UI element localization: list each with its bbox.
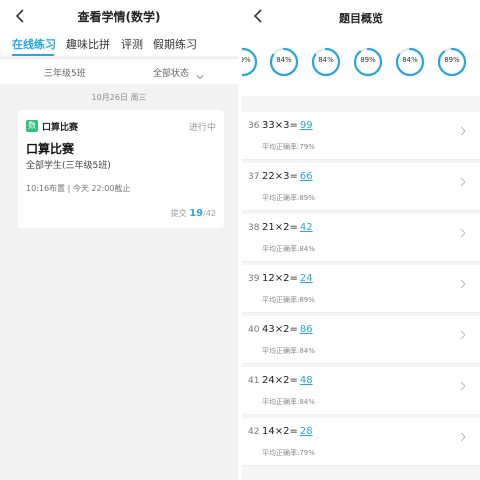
status-badge: 进行中 xyxy=(188,123,216,133)
expression-text: 43×2= xyxy=(262,324,298,335)
page-title: 题目概览 xyxy=(339,12,383,25)
ring-percent: 89% xyxy=(242,56,251,64)
ring-percent: 89% xyxy=(360,56,376,64)
question-number: 41 xyxy=(248,376,260,386)
chevron-right-icon[interactable] xyxy=(460,121,466,136)
question-row[interactable]: 37 22×3= 66 平均正确率:89% xyxy=(242,163,480,211)
tab-fun-competition[interactable]: 趣味比拼 xyxy=(66,36,110,52)
status-filter[interactable]: 全部状态 xyxy=(153,66,189,79)
accuracy-ring[interactable]: 89% xyxy=(436,46,468,78)
submitted-count: 19 xyxy=(189,208,204,219)
right-header: 题目概览 xyxy=(242,0,480,34)
question-expression: 14×2= 28 xyxy=(262,426,313,437)
average-accuracy: 平均正确率:84% xyxy=(262,347,315,355)
accuracy-ring[interactable]: 89% xyxy=(352,46,384,78)
question-row[interactable]: 36 33×3= 99 平均正确率:79% xyxy=(242,112,480,160)
accuracy-ring[interactable]: 84% xyxy=(268,46,300,78)
tab-online-practice[interactable]: 在线练习 xyxy=(12,36,56,52)
answer-value: 66 xyxy=(299,171,313,182)
expression-text: 33×3= xyxy=(262,120,298,131)
assignment-card[interactable]: 数 口算比赛 进行中 口算比赛 全部学生(三年级5班) 10:16布置 | 今天… xyxy=(18,110,224,228)
ring-percent: 84% xyxy=(318,56,334,64)
answer-value: 99 xyxy=(299,120,313,131)
chevron-right-icon[interactable] xyxy=(460,427,466,442)
chevron-right-icon[interactable] xyxy=(460,325,466,340)
average-accuracy: 平均正确率:79% xyxy=(262,143,315,151)
question-ring-strip[interactable]: 89%3084%3184%3289%3384%3489%35 xyxy=(242,34,480,125)
chevron-down-icon[interactable] xyxy=(196,66,204,80)
ring-percent: 84% xyxy=(276,56,292,64)
left-header: 查看学情(数学) xyxy=(0,0,238,34)
expression-text: 22×3= xyxy=(262,171,298,182)
expression-text: 14×2= xyxy=(262,426,298,437)
accuracy-ring[interactable]: 84% xyxy=(394,46,426,78)
answer-value: 28 xyxy=(299,426,313,437)
submission-count: 提交 19/42 xyxy=(171,208,216,219)
question-expression: 12×2= 24 xyxy=(262,273,313,284)
expression-text: 24×2= xyxy=(262,375,298,386)
average-accuracy: 平均正确率:79% xyxy=(262,449,315,457)
question-number: 42 xyxy=(248,427,260,437)
question-overview-panel: 题目概览 89%3084%3184%3289%3384%3489%35 3633… xyxy=(242,0,480,480)
tab-assessment[interactable]: 评测 xyxy=(121,36,143,52)
question-row[interactable]: 41 24×2= 48 平均正确率:84% xyxy=(242,367,480,415)
question-expression: 22×3= 66 xyxy=(262,171,313,182)
question-expression: 33×3= 99 xyxy=(262,120,313,131)
question-expression: 24×2= 48 xyxy=(262,375,313,386)
page-title: 查看学情(数学) xyxy=(77,10,161,24)
expression-text: 12×2= xyxy=(262,273,298,284)
question-expression: 21×2= 42 xyxy=(262,222,313,233)
question-row[interactable]: 42 14×2= 28 平均正确率:79% xyxy=(242,418,480,466)
ring-percent: 89% xyxy=(444,56,460,64)
question-row[interactable]: 40 43×2= 86 平均正确率:84% xyxy=(242,316,480,364)
assignment-time: 10:16布置 | 今天 22:00截止 xyxy=(26,184,131,193)
chevron-right-icon[interactable] xyxy=(460,376,466,391)
ring-percent: 84% xyxy=(402,56,418,64)
answer-value: 86 xyxy=(299,324,313,335)
chevron-right-icon[interactable] xyxy=(460,223,466,238)
question-number: 37 xyxy=(248,172,260,182)
question-number: 36 xyxy=(248,121,260,131)
question-number: 38 xyxy=(248,223,260,233)
average-accuracy: 平均正确率:89% xyxy=(262,194,315,202)
answer-value: 48 xyxy=(299,375,313,386)
question-number: 40 xyxy=(248,325,260,335)
tab-bar: 在线练习 趣味比拼 评测 假期练习 xyxy=(0,34,238,56)
question-row[interactable]: 38 21×2= 42 平均正确率:84% xyxy=(242,214,480,262)
assignment-title: 口算比赛 xyxy=(26,142,75,156)
active-tab-indicator xyxy=(12,54,54,56)
class-filter[interactable]: 三年级5班 xyxy=(44,66,86,79)
math-subject-icon: 数 xyxy=(26,120,38,132)
submit-label: 提交 xyxy=(170,209,187,218)
filter-bar: 三年级5班 全部状态 xyxy=(0,58,238,84)
total-count: /42 xyxy=(203,209,216,218)
average-accuracy: 平均正确率:84% xyxy=(262,245,315,253)
study-status-panel: 查看学情(数学) 在线练习 趣味比拼 评测 假期练习 三年级5班 全部状态 10… xyxy=(0,0,238,480)
chevron-right-icon[interactable] xyxy=(460,274,466,289)
date-header: 10月26日 周三 xyxy=(91,93,147,102)
accuracy-ring[interactable]: 89% xyxy=(242,46,259,78)
answer-value: 42 xyxy=(299,222,313,233)
assignment-type: 口算比赛 xyxy=(42,123,79,133)
question-row[interactable]: 39 12×2= 24 平均正确率:89% xyxy=(242,265,480,313)
question-expression: 43×2= 86 xyxy=(262,324,313,335)
answer-value: 24 xyxy=(299,273,313,284)
average-accuracy: 平均正确率:84% xyxy=(262,398,315,406)
accuracy-ring[interactable]: 84% xyxy=(310,46,342,78)
question-number: 39 xyxy=(248,274,260,284)
average-accuracy: 平均正确率:89% xyxy=(262,296,315,304)
chevron-right-icon[interactable] xyxy=(460,172,466,187)
assignment-audience: 全部学生(三年级5班) xyxy=(26,161,111,171)
expression-text: 21×2= xyxy=(262,222,298,233)
tab-holiday-practice[interactable]: 假期练习 xyxy=(153,36,197,52)
